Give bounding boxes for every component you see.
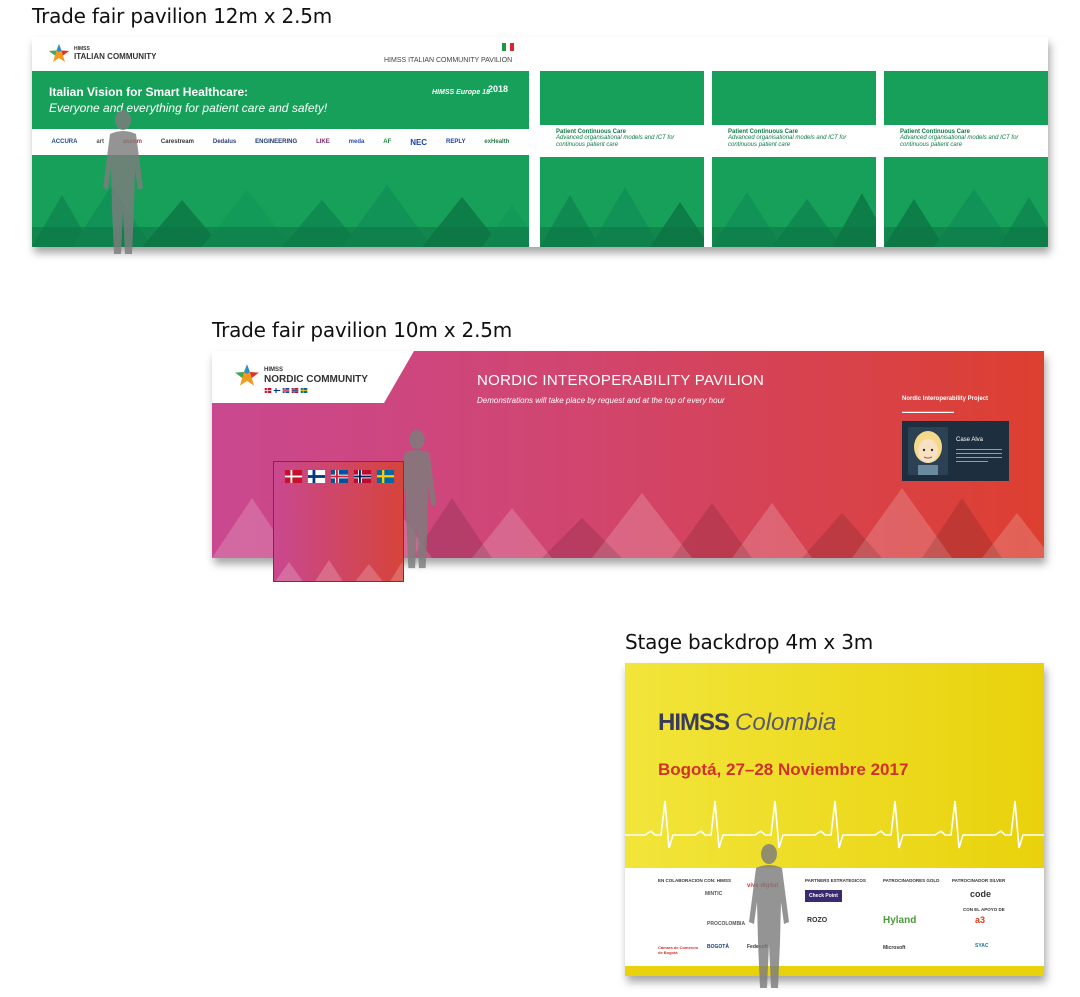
person-silhouette-icon [749,844,789,988]
sponsor-logo: BOGOTÁ [707,944,729,950]
himss-colombia-logo: HIMSS Colombia [658,709,836,737]
backdrop-bottom-strip [625,966,1044,976]
event-year: 2018 [488,84,509,94]
himss-star-icon [49,44,69,62]
project-title: Nordic Interoperability Project [902,396,989,402]
column-head: CON EL APOYO DE [963,907,1005,912]
caption-italian: Trade fair pavilion 12m x 2.5m [32,4,333,28]
sweden-flag-icon [300,388,308,393]
counter-flag-row [284,470,395,483]
project-subtitle: ▬▬▬▬▬▬▬▬▬▬▬▬▬ [902,409,954,414]
italian-pavilion-banner: HIMSS ITALIAN COMMUNITY HIMSS ITALIAN COM… [32,37,1048,247]
sponsor-logo: ACCURA [51,139,78,145]
sponsor-logo: REPLY [446,139,466,145]
italy-flag [502,43,514,51]
italian-header-strip: HIMSS ITALIAN COMMUNITY HIMSS ITALIAN COM… [32,37,1048,71]
column-head: PATROCINADORES GOLD [883,878,940,883]
italian-side-panel: Patient Continuous Care Advanced organis… [884,71,1048,247]
iceland-flag-icon [330,470,349,483]
finland-flag-icon [273,388,281,393]
nordic-community-logo: HIMSS NORDIC COMMUNITY [234,363,368,387]
norway-flag-icon [291,388,299,393]
caption-colombia: Stage backdrop 4m x 3m [625,630,874,654]
panel-card: Patient Continuous Care Advanced organis… [712,125,876,157]
sponsor-logo: meda [348,139,365,145]
sponsor-logo: ENGINEERING [255,139,298,145]
italian-logo-name: ITALIAN COMMUNITY [74,52,157,61]
norway-flag-icon [353,470,372,483]
sweden-flag-icon [376,470,395,483]
nordic-counter [273,461,404,582]
sponsor-logo: a3 [975,915,986,925]
sponsor-logo: Microsoft [883,945,906,951]
sponsor-logo: ROZO [807,917,828,924]
logo-flag-row [264,388,308,393]
sponsor-logo: PROCOLOMBIA [707,921,746,927]
panel-text: Advanced organisational models and ICT f… [556,135,675,148]
sponsor-logo: SYAC [975,943,989,949]
italian-community-logo: HIMSS ITALIAN COMMUNITY [48,43,157,63]
denmark-flag-icon [284,470,303,483]
column-head: PATROCINADOR SILVER [952,878,1006,883]
italian-side-panel: Patient Continuous Care Advanced organis… [712,71,876,247]
triangle-pattern [712,157,876,247]
heartbeat-line-icon [625,800,1044,849]
himss-europe-event-logo: HIMSS Europe 18 2018 [432,83,516,113]
caption-nordic: Trade fair pavilion 10m x 2.5m [212,318,513,342]
iceland-flag-icon [282,388,290,393]
column-head: PARTNERS ESTRATEGICOS [805,878,866,883]
logo-country: Colombia [735,709,837,736]
panel-text: Advanced organisational models and ICT f… [728,135,847,148]
sponsor-logo: code [970,889,992,899]
logo-himss: HIMSS [658,709,730,736]
sponsor-logo: Check Point [805,890,842,902]
column-head: EN COLABORACION CON: HIMSS [658,878,731,883]
panel-text: Advanced organisational models and ICT f… [900,135,1019,148]
person-silhouette-icon [103,110,143,254]
denmark-flag-icon [264,388,272,393]
italian-subline: Everyone and everything for patient care… [49,101,328,115]
sponsor-logo: MINTIC [705,891,723,897]
sponsor-logo: LIKE [316,139,330,145]
sponsor-logo: AF [383,139,392,145]
sponsor-logo: Hyland [883,915,917,926]
event-date: Bogotá, 27–28 Noviembre 2017 [658,760,909,779]
italian-headline: Italian Vision for Smart Healthcare: [49,85,249,99]
colombia-stage-backdrop: HIMSS Colombia Bogotá, 27–28 Noviembre 20… [625,663,1044,976]
event-name: HIMSS Europe 18 [432,89,490,96]
sponsor-logo: NEC [410,137,428,147]
nordic-pavilion-title: NORDIC INTEROPERABILITY PAVILION [477,372,765,389]
triangle-pattern [275,560,403,581]
panel-card: Patient Continuous Care Advanced organis… [884,125,1048,157]
italian-pavilion-title: HIMSS ITALIAN COMMUNITY PAVILION [384,57,513,64]
case-name: Case Alva [956,437,984,443]
panel-card: Patient Continuous Care Advanced organis… [540,125,704,157]
sponsor-logo: Dedalus [212,139,237,145]
himss-star-icon [235,364,259,386]
italian-side-panel: Patient Continuous Care Advanced organis… [540,71,704,247]
nordic-pavilion-subtitle: Demonstrations will take place by reques… [477,396,725,405]
nordic-logo-name: NORDIC COMMUNITY [264,374,368,385]
finland-flag-icon [307,470,326,483]
case-description-lines [956,449,1002,465]
sponsor-logo: Carestream [160,139,194,145]
sponsor-logo: Cámara de Comercio de Bogotá [658,945,699,955]
sponsor-logo: exHealth [484,139,510,145]
triangle-pattern [540,157,704,247]
triangle-pattern [884,157,1048,247]
